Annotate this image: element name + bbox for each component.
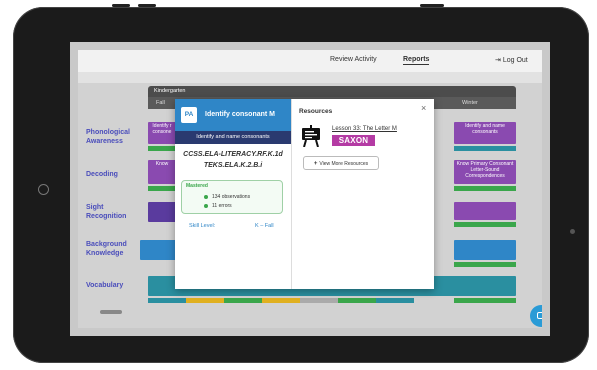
progress-chip	[148, 146, 176, 151]
skill-cell[interactable]	[140, 240, 176, 260]
progress-chip	[148, 186, 176, 191]
row-label-phonological: Phonological Awareness	[86, 129, 130, 145]
progress-chip	[338, 298, 376, 303]
progress-chip	[454, 262, 516, 267]
tablet-power-button	[420, 4, 444, 7]
status-dot	[204, 195, 208, 199]
standard-code: CCSS.ELA-LITERACY.RF.K.1d	[183, 151, 283, 158]
view-more-label: View More Resources	[319, 161, 369, 167]
nav-review-activity[interactable]: Review Activity	[330, 56, 377, 63]
resources-title: Resources	[299, 108, 333, 115]
header-band	[78, 72, 542, 83]
progress-chip	[148, 298, 186, 303]
view-more-resources-button[interactable]: + View More Resources	[303, 156, 379, 170]
skill-header: PA Identify consonant M	[175, 99, 291, 131]
progress-chip	[454, 222, 516, 227]
skill-cell[interactable]	[454, 240, 516, 260]
tablet-camera	[570, 229, 575, 234]
grade-header: Kindergarten	[148, 86, 516, 97]
progress-chip	[262, 298, 300, 303]
tablet-volume-button-2	[138, 4, 156, 7]
skill-panel: PA Identify consonant M Identify and nam…	[175, 99, 292, 289]
logout-link[interactable]: ⇥ Log Out	[495, 56, 528, 64]
easel-icon	[302, 125, 320, 147]
skill-cell[interactable]	[148, 202, 176, 222]
observations-count: 134 observations	[212, 194, 251, 200]
progress-chip	[300, 298, 338, 303]
skill-cell[interactable]: Identify r consone	[148, 122, 176, 144]
skill-badge: PA	[181, 107, 197, 123]
skill-level-value: K – Fall	[255, 223, 274, 229]
skill-level-label: Skill Level:	[189, 223, 216, 229]
row-label-background: Background Knowledge	[86, 241, 127, 257]
nav-reports[interactable]: Reports	[403, 56, 430, 65]
tablet-screen: Review Activity Reports ⇥ Log Out Kinder…	[70, 42, 550, 336]
lesson-link[interactable]: Lesson 33: The Letter M	[332, 126, 397, 132]
chat-icon	[537, 312, 542, 319]
row-label-vocabulary: Vocabulary	[86, 282, 124, 289]
standard-code: TEKS.ELA.K.2.B.i	[203, 162, 263, 169]
logout-icon: ⇥	[495, 57, 501, 64]
horizontal-scrollbar[interactable]	[100, 310, 122, 314]
top-nav: Review Activity Reports ⇥ Log Out	[78, 50, 542, 72]
progress-chip	[376, 298, 414, 303]
progress-chip	[454, 146, 516, 151]
progress-chip	[454, 186, 516, 191]
plus-icon: +	[313, 161, 318, 167]
skill-detail-modal: PA Identify consonant M Identify and nam…	[175, 99, 434, 289]
skill-cell[interactable]: Know	[148, 160, 176, 184]
skill-cell[interactable]	[454, 202, 516, 220]
errors-count: 11 errors	[212, 203, 232, 209]
skill-cell[interactable]: Know Primary Consonant Letter-Sound Corr…	[454, 160, 516, 184]
skill-subtitle: Identify and name consonants	[175, 131, 291, 144]
progress-chip	[224, 298, 262, 303]
publisher-logo: SAXON	[332, 135, 375, 146]
status-dot	[204, 204, 208, 208]
tablet-home-button	[38, 184, 49, 195]
mastery-box: Mastered 134 observations 11 errors	[181, 180, 283, 214]
row-label-decoding: Decoding	[86, 171, 118, 178]
close-button[interactable]: ×	[421, 104, 426, 113]
progress-chip	[454, 298, 516, 303]
skill-cell[interactable]: Identify and name consonants	[454, 122, 516, 144]
tablet-volume-button	[112, 4, 130, 7]
skill-title: Identify consonant M	[205, 111, 275, 118]
row-label-sight: Sight Recognition	[86, 204, 127, 220]
season-winter: Winter	[462, 100, 478, 106]
mastery-label: Mastered	[186, 183, 208, 189]
season-fall: Fall	[156, 100, 165, 106]
logout-label: Log Out	[502, 57, 528, 64]
progress-chip	[186, 298, 224, 303]
